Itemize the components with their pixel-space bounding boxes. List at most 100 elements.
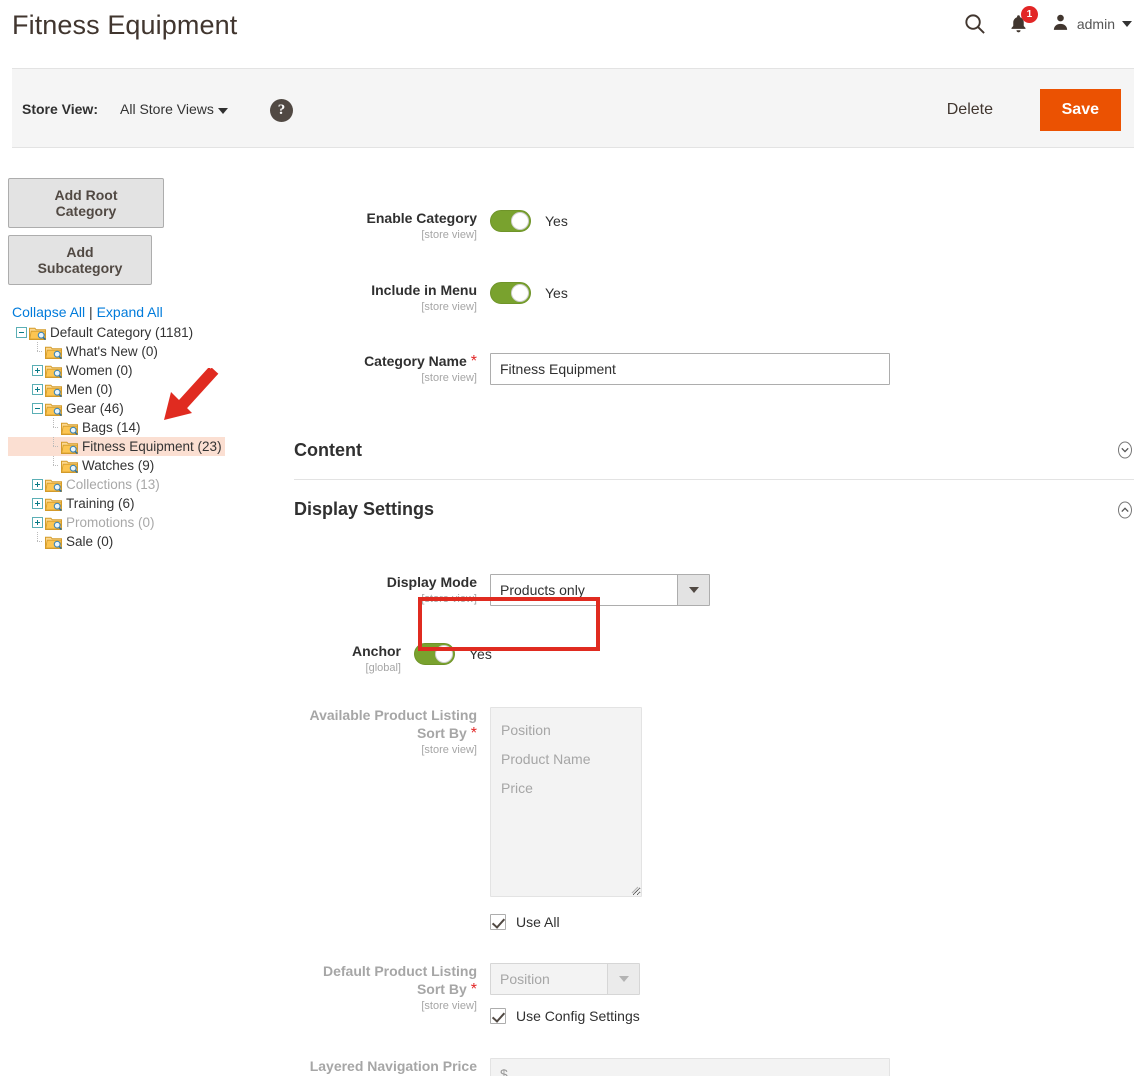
default-sort-use-config-row[interactable]: Use Config Settings bbox=[490, 1008, 640, 1024]
tree-collapse-icon[interactable] bbox=[32, 403, 43, 414]
folder-search-icon bbox=[45, 383, 63, 397]
sort-option[interactable]: Product Name bbox=[501, 745, 641, 774]
price-step-input[interactable] bbox=[490, 1058, 890, 1076]
user-menu[interactable]: admin bbox=[1051, 12, 1132, 35]
collapse-all-link[interactable]: Collapse All bbox=[12, 304, 85, 320]
price-step-row: Layered Navigation Price Step [store vie… bbox=[294, 1058, 1134, 1076]
use-all-label: Use All bbox=[516, 914, 560, 930]
include-in-menu-toggle[interactable] bbox=[490, 282, 531, 304]
store-view-label: Store View: bbox=[22, 101, 98, 117]
tree-item-label: Training (6) bbox=[66, 496, 135, 511]
chevron-down-icon[interactable] bbox=[1116, 441, 1134, 459]
section-content[interactable]: Content bbox=[294, 421, 1134, 480]
add-root-category-button[interactable]: Add Root Category bbox=[8, 178, 164, 228]
section-display-settings[interactable]: Display Settings bbox=[294, 480, 1134, 539]
tree-line-icon bbox=[32, 532, 45, 547]
tree-item-label: Default Category (1181) bbox=[50, 325, 194, 340]
default-sort-by-select[interactable]: Position bbox=[490, 963, 640, 995]
tree-item[interactable]: Fitness Equipment (23) bbox=[8, 437, 225, 456]
display-mode-value: Products only bbox=[500, 582, 585, 598]
display-mode-row: Display Mode [store view] Products only bbox=[294, 574, 1134, 606]
user-name: admin bbox=[1076, 15, 1115, 32]
available-sort-by-row: Available Product Listing Sort By * [stor… bbox=[294, 707, 1134, 930]
chevron-up-icon[interactable] bbox=[1116, 501, 1134, 519]
save-button[interactable]: Save bbox=[1039, 89, 1121, 131]
tree-item[interactable]: Sale (0) bbox=[8, 532, 113, 551]
folder-search-icon bbox=[61, 440, 79, 454]
folder-search-icon bbox=[45, 516, 63, 530]
chevron-down-icon bbox=[1122, 20, 1132, 27]
category-form: Enable Category [store view] Yes Include… bbox=[294, 178, 1134, 1076]
tree-expand-icon[interactable] bbox=[32, 384, 43, 395]
folder-search-icon bbox=[61, 459, 79, 473]
tree-item-label: Gear (46) bbox=[66, 401, 124, 416]
tree-expand-icon[interactable] bbox=[32, 498, 43, 509]
include-in-menu-state: Yes bbox=[545, 285, 568, 301]
default-sort-use-config-label: Use Config Settings bbox=[516, 1008, 640, 1024]
tree-links-separator: | bbox=[89, 304, 93, 320]
tree-line-icon bbox=[32, 342, 45, 357]
category-name-label: Category Name * [store view] bbox=[364, 353, 477, 384]
tree-item[interactable]: Default Category (1181) bbox=[8, 323, 193, 342]
sort-option[interactable]: Price bbox=[501, 774, 641, 803]
tree-item[interactable]: Women (0) bbox=[8, 361, 133, 380]
tree-item[interactable]: Gear (46) bbox=[8, 399, 124, 418]
category-edit-page: Fitness Equipment 1 admin Store View: Al… bbox=[0, 0, 1146, 1076]
resize-grip-icon[interactable] bbox=[630, 885, 639, 894]
page-header: Fitness Equipment 1 admin bbox=[0, 0, 1146, 68]
tree-item[interactable]: Promotions (0) bbox=[8, 513, 155, 532]
page-title: Fitness Equipment bbox=[12, 10, 238, 40]
price-step-label: Layered Navigation Price Step [store vie… bbox=[309, 1058, 477, 1074]
tree-item-label: Promotions (0) bbox=[66, 515, 155, 530]
use-all-checkbox-row[interactable]: Use All bbox=[490, 914, 642, 930]
tree-collapse-icon[interactable] bbox=[16, 327, 27, 338]
tree-item-label: What's New (0) bbox=[66, 344, 158, 359]
tree-item-label: Sale (0) bbox=[66, 534, 114, 549]
search-icon[interactable] bbox=[963, 12, 986, 35]
tree-item[interactable]: Collections (13) bbox=[8, 475, 160, 494]
folder-search-icon bbox=[29, 326, 47, 340]
folder-search-icon bbox=[45, 402, 63, 416]
chevron-down-icon[interactable] bbox=[677, 575, 709, 605]
tree-item-label: Bags (14) bbox=[82, 420, 141, 435]
tree-line-icon bbox=[48, 456, 61, 471]
display-mode-select[interactable]: Products only bbox=[490, 574, 710, 606]
store-view-switcher[interactable]: All Store Views bbox=[120, 101, 214, 117]
tree-controls: Collapse All | Expand All bbox=[8, 304, 278, 320]
expand-all-link[interactable]: Expand All bbox=[97, 304, 163, 320]
tree-item[interactable]: Training (6) bbox=[8, 494, 135, 513]
category-name-row: Category Name * [store view] bbox=[294, 353, 1134, 385]
tree-item-label: Watches (9) bbox=[82, 458, 155, 473]
use-all-checkbox[interactable] bbox=[490, 914, 506, 930]
tree-item[interactable]: Men (0) bbox=[8, 380, 113, 399]
question-mark-icon[interactable]: ? bbox=[270, 99, 293, 122]
anchor-toggle[interactable] bbox=[414, 643, 455, 665]
chevron-down-icon[interactable] bbox=[607, 964, 639, 994]
sort-option[interactable]: Position bbox=[501, 716, 641, 745]
tree-expand-icon[interactable] bbox=[32, 365, 43, 376]
tree-line-icon bbox=[48, 418, 61, 433]
add-subcategory-button[interactable]: Add Subcategory bbox=[8, 235, 152, 285]
folder-search-icon bbox=[45, 535, 63, 549]
notification-bell-icon[interactable]: 1 bbox=[1008, 5, 1038, 35]
tree-item-label: Fitness Equipment (23) bbox=[82, 439, 222, 454]
tree-line-icon bbox=[48, 437, 61, 452]
tree-item[interactable]: What's New (0) bbox=[8, 342, 158, 361]
available-sort-by-label: Available Product Listing Sort By * [stor… bbox=[309, 707, 477, 756]
enable-category-state: Yes bbox=[545, 213, 568, 229]
folder-search-icon bbox=[45, 497, 63, 511]
category-name-input[interactable] bbox=[490, 353, 890, 385]
available-sort-by-multiselect[interactable]: Position Product Name Price bbox=[490, 707, 642, 897]
enable-category-toggle[interactable] bbox=[490, 210, 531, 232]
header-actions: 1 admin bbox=[963, 5, 1132, 35]
default-sort-use-config-checkbox[interactable] bbox=[490, 1008, 506, 1024]
category-sidebar: Add Root Category Add Subcategory Collap… bbox=[8, 178, 278, 551]
tree-item[interactable]: Bags (14) bbox=[8, 418, 141, 437]
delete-button[interactable]: Delete bbox=[937, 95, 1003, 125]
tree-expand-icon[interactable] bbox=[32, 479, 43, 490]
include-in-menu-label: Include in Menu [store view] bbox=[371, 282, 477, 313]
tree-expand-icon[interactable] bbox=[32, 517, 43, 528]
default-sort-by-row: Default Product Listing Sort By * [store … bbox=[294, 963, 1134, 1024]
anchor-label: Anchor [global] bbox=[352, 643, 401, 674]
tree-item[interactable]: Watches (9) bbox=[8, 456, 154, 475]
